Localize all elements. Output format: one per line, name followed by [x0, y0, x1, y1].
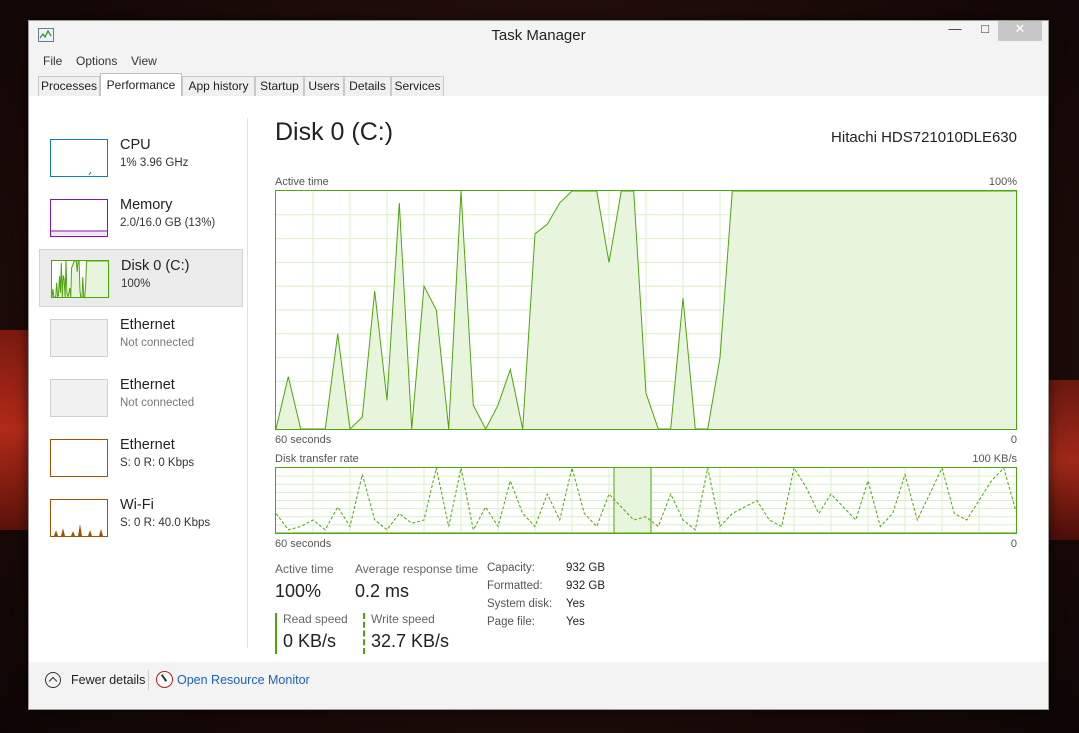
menu-file[interactable]: File	[43, 54, 62, 68]
tab-users[interactable]: Users	[304, 76, 344, 96]
transfer-chart-label: Disk transfer rate	[275, 453, 359, 465]
transfer-max-label: 100 KB/s	[972, 453, 1017, 465]
sidebar-item-label: Disk 0 (C:)	[121, 258, 190, 274]
sidebar-item-disk[interactable]: Disk 0 (C:) 100%	[39, 249, 243, 307]
sidebar-item-ethernet-3[interactable]: Ethernet S: 0 R: 0 Kbps	[39, 429, 243, 487]
active-time-stat-label: Active time	[275, 562, 334, 576]
sidebar-item-wifi[interactable]: Wi-Fi S: 0 R: 40.0 Kbps	[39, 489, 243, 547]
page-file-label: Page file:	[487, 616, 535, 628]
transfer-x-left: 60 seconds	[275, 538, 332, 550]
sidebar-item-detail: 2.0/16.0 GB (13%)	[120, 217, 216, 229]
window-title: Task Manager	[491, 27, 586, 44]
performance-panel: CPU 1% 3.96 GHz Memory 2.0/16.0 GB (13%)…	[29, 96, 1048, 663]
write-speed-indicator	[363, 613, 365, 654]
menu-options[interactable]: Options	[76, 54, 117, 68]
sidebar-item-label: Ethernet	[120, 437, 175, 453]
active-time-chart-svg	[275, 190, 1016, 431]
tab-bar: Processes Performance App history Startu…	[29, 73, 1048, 98]
capacity-value: 932 GB	[566, 562, 605, 574]
disk-thumbnail	[51, 260, 109, 299]
close-button[interactable]: ✕	[998, 21, 1042, 41]
sidebar-item-memory[interactable]: Memory 2.0/16.0 GB (13%)	[39, 189, 243, 247]
sidebar-item-label: Ethernet	[120, 377, 175, 393]
sidebar-item-detail: 1% 3.96 GHz	[120, 157, 189, 169]
task-manager-window: Task Manager — □ ✕ File Options View Pro…	[28, 20, 1049, 710]
tab-processes[interactable]: Processes	[38, 76, 100, 96]
read-speed-indicator	[275, 613, 277, 654]
memory-thumbnail	[50, 199, 108, 237]
sidebar-item-label: Wi-Fi	[120, 497, 154, 513]
active-time-chart-label: Active time	[275, 176, 329, 188]
formatted-label: Formatted:	[487, 580, 543, 592]
resource-monitor-icon[interactable]	[156, 671, 173, 688]
avg-response-label: Average response time	[355, 562, 479, 576]
sidebar-item-cpu[interactable]: CPU 1% 3.96 GHz	[39, 129, 243, 187]
transfer-chart	[275, 466, 1017, 534]
active-time-x-right: 0	[1010, 434, 1017, 446]
open-resource-monitor-link[interactable]: Open Resource Monitor	[177, 673, 310, 687]
page-file-value: Yes	[566, 616, 585, 628]
minimize-button[interactable]: —	[942, 21, 968, 41]
disk-title: Disk 0 (C:)	[275, 118, 394, 146]
resource-sidebar: CPU 1% 3.96 GHz Memory 2.0/16.0 GB (13%)…	[39, 96, 245, 656]
ethernet-thumbnail	[50, 379, 108, 417]
wifi-thumbnail	[50, 499, 108, 537]
tab-app-history[interactable]: App history	[182, 76, 255, 96]
tab-performance[interactable]: Performance	[100, 73, 182, 97]
formatted-value: 932 GB	[566, 580, 605, 592]
sidebar-item-detail: 100%	[121, 278, 151, 290]
sidebar-item-ethernet-2[interactable]: Ethernet Not connected	[39, 369, 243, 427]
active-time-max-label: 100%	[988, 176, 1017, 188]
active-time-x-left: 60 seconds	[275, 434, 332, 446]
sidebar-item-ethernet-1[interactable]: Ethernet Not connected	[39, 309, 243, 367]
sidebar-item-detail: S: 0 R: 40.0 Kbps	[120, 517, 211, 529]
system-disk-label: System disk:	[487, 598, 553, 610]
capacity-label: Capacity:	[487, 562, 535, 574]
tab-services[interactable]: Services	[391, 76, 444, 96]
read-speed-value: 0 KB/s	[283, 631, 337, 651]
sidebar-divider	[247, 118, 248, 648]
transfer-chart-svg	[275, 466, 1017, 534]
fewer-details-button[interactable]: Fewer details	[71, 673, 145, 687]
disk-model: Hitachi HDS721010DLE630	[831, 129, 1017, 146]
write-speed-label: Write speed	[371, 612, 435, 626]
chevron-up-icon[interactable]	[45, 672, 61, 688]
sidebar-item-label: Ethernet	[120, 317, 175, 333]
footer-separator	[148, 670, 149, 690]
write-speed-value: 32.7 KB/s	[371, 631, 450, 651]
read-speed-label: Read speed	[283, 612, 348, 626]
sidebar-item-detail: S: 0 R: 0 Kbps	[120, 457, 195, 469]
sidebar-item-detail: Not connected	[120, 397, 195, 409]
avg-response-value: 0.2 ms	[355, 581, 410, 601]
active-time-stat-value: 100%	[275, 581, 322, 601]
tab-startup[interactable]: Startup	[255, 76, 304, 96]
menu-view[interactable]: View	[131, 54, 157, 68]
system-disk-value: Yes	[566, 598, 585, 610]
sidebar-item-label: Memory	[120, 197, 173, 213]
transfer-x-right: 0	[1010, 538, 1017, 550]
transfer-highlight	[614, 468, 651, 533]
sidebar-item-detail: Not connected	[120, 337, 195, 349]
ethernet-thumbnail	[50, 319, 108, 357]
sidebar-item-label: CPU	[120, 137, 151, 153]
disk-detail-pane: Disk 0 (C:) Hitachi HDS721010DLE630 Acti…	[275, 96, 1045, 656]
tab-details[interactable]: Details	[344, 76, 391, 96]
active-time-chart	[275, 190, 1017, 431]
title-bar[interactable]: Task Manager — □ ✕	[29, 21, 1048, 49]
ethernet-thumbnail	[50, 439, 108, 477]
maximize-button[interactable]: □	[972, 21, 998, 41]
footer-bar: Fewer details Open Resource Monitor	[29, 662, 1048, 709]
cpu-thumbnail	[50, 139, 108, 177]
